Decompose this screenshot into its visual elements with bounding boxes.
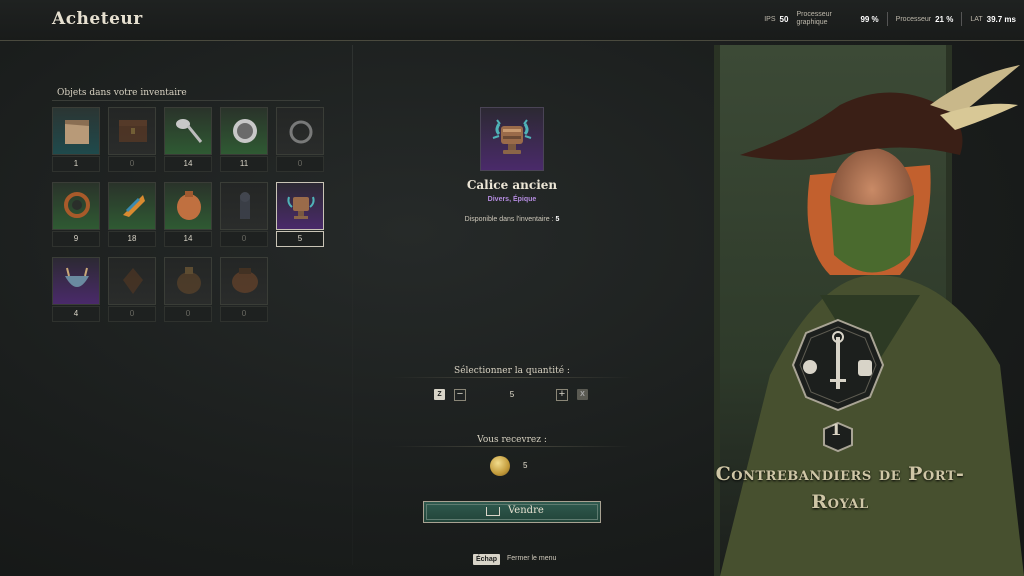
vase-item-icon — [177, 191, 201, 220]
quantity-value[interactable]: 5 — [475, 389, 549, 401]
receive-value: 5 — [523, 461, 528, 470]
sell-button-label: Vendre — [508, 505, 544, 516]
inventory-slot[interactable]: 0 — [220, 182, 268, 247]
panel-divider — [352, 45, 353, 565]
inventory-slot-count: 0 — [276, 156, 324, 172]
receive-label: Vous recevrez : — [477, 435, 547, 445]
decrease-button[interactable]: − — [454, 389, 466, 401]
inventory-slot[interactable]: 9 — [52, 182, 100, 247]
inventory-slot-image — [108, 107, 156, 155]
page-title: Acheteur — [52, 9, 143, 29]
inventory-label: Objets dans votre inventaire — [57, 88, 187, 98]
inventory-slot-image — [52, 107, 100, 155]
inventory-slot[interactable]: 0 — [108, 107, 156, 172]
inventory-slot-count: 0 — [108, 306, 156, 322]
tooth-necklace-item-icon — [64, 192, 90, 218]
inventory-slot-count: 9 — [52, 231, 100, 247]
inventory-slot[interactable]: 18 — [108, 182, 156, 247]
inventory-slot-count: 18 — [108, 231, 156, 247]
inventory-divider — [52, 100, 320, 101]
cloth-item-icon — [65, 120, 89, 144]
gpu-stat: Processeur graphique 99 % — [796, 11, 879, 26]
inventory-slot[interactable]: 14 — [164, 182, 212, 247]
chest-item-icon — [119, 120, 147, 142]
selected-item-preview — [480, 107, 544, 171]
inventory-slot-count: 11 — [220, 156, 268, 172]
decrease-key-hint: Z — [434, 389, 445, 400]
selected-item-rarity: Divers, Épique — [487, 196, 537, 203]
stat-divider — [961, 12, 963, 26]
inventory-slot[interactable]: 0 — [108, 257, 156, 322]
inventory-slot[interactable]: 11 — [220, 107, 268, 172]
inventory-slot-image — [52, 257, 100, 305]
mask-item-icon — [123, 268, 143, 294]
selected-item-availability: Disponible dans l'inventaire : 5 — [464, 216, 560, 223]
stat-divider — [886, 12, 888, 26]
top-bar: Acheteur IPS 50 Processeur graphique 99 % … — [0, 0, 1024, 41]
escape-key-hint: Échap — [473, 554, 501, 565]
inventory-slot-image — [108, 182, 156, 230]
inventory-slot-image — [164, 257, 212, 305]
inventory-slot-count: 4 — [52, 306, 100, 322]
sell-button[interactable]: Vendre — [423, 501, 601, 523]
inventory-slot-count: 14 — [164, 156, 212, 172]
inventory-slot-image — [220, 107, 268, 155]
gold-coin-icon — [490, 456, 510, 476]
receive-divider — [392, 446, 632, 447]
inventory-slot-count: 0 — [220, 306, 268, 322]
latency-stat: LAT 39.7 ms — [970, 14, 1016, 24]
inventory-slot-count: 0 — [164, 306, 212, 322]
increase-key-hint: X — [577, 389, 588, 400]
inventory-slot[interactable]: 14 — [164, 107, 212, 172]
inventory-slot[interactable]: 5 — [276, 182, 324, 247]
inventory-slot-count: 14 — [164, 231, 212, 247]
inventory-slot-count: 0 — [108, 156, 156, 172]
inventory-slot[interactable]: 0 — [220, 257, 268, 322]
inventory-slot-image — [108, 257, 156, 305]
chalice-item-icon — [287, 196, 315, 219]
cpu-stat: Processeur 21 % — [895, 14, 954, 24]
inventory-slot[interactable]: 1 — [52, 107, 100, 172]
inventory-slot-image — [52, 182, 100, 230]
jar-item-icon — [232, 268, 258, 293]
antler-bowl-item-icon — [65, 267, 89, 287]
inventory-slot-image — [276, 107, 324, 155]
inventory-slot-image — [164, 107, 212, 155]
earring-item-icon — [289, 120, 313, 144]
spoon-item-icon — [176, 119, 203, 143]
chalice-icon — [492, 119, 532, 154]
quantity-divider — [392, 377, 632, 378]
inventory-slot-count: 0 — [220, 231, 268, 247]
close-menu-label: Fermer le menu — [507, 555, 557, 562]
fps-stat: IPS 50 — [764, 14, 789, 24]
selected-item-name: Calice ancien — [466, 178, 558, 192]
inventory-slot-count: 5 — [276, 231, 324, 247]
inventory-slot-image — [220, 182, 268, 230]
increase-button[interactable]: + — [556, 389, 568, 401]
idol-item-icon — [240, 192, 250, 219]
feather-fan-item-icon — [123, 195, 145, 217]
inventory-slot[interactable]: 0 — [276, 107, 324, 172]
inventory-slot-image — [220, 257, 268, 305]
faction-rank: 1 — [830, 420, 842, 439]
inventory-slot-image — [276, 182, 324, 230]
spacebar-key-icon — [486, 507, 500, 516]
inventory-slot-image — [164, 182, 212, 230]
faction-name: Contrebandiers de Port-Royal — [715, 463, 965, 513]
coin-item-icon — [233, 119, 257, 143]
inventory-slot-count: 1 — [52, 156, 100, 172]
inventory-slot[interactable]: 4 — [52, 257, 100, 322]
performance-stats: IPS 50 Processeur graphique 99 % Processeu… — [756, 8, 1016, 30]
inventory-slot[interactable]: 0 — [164, 257, 212, 322]
urn-item-icon — [177, 267, 201, 294]
quantity-label: Sélectionner la quantité : — [454, 366, 570, 376]
